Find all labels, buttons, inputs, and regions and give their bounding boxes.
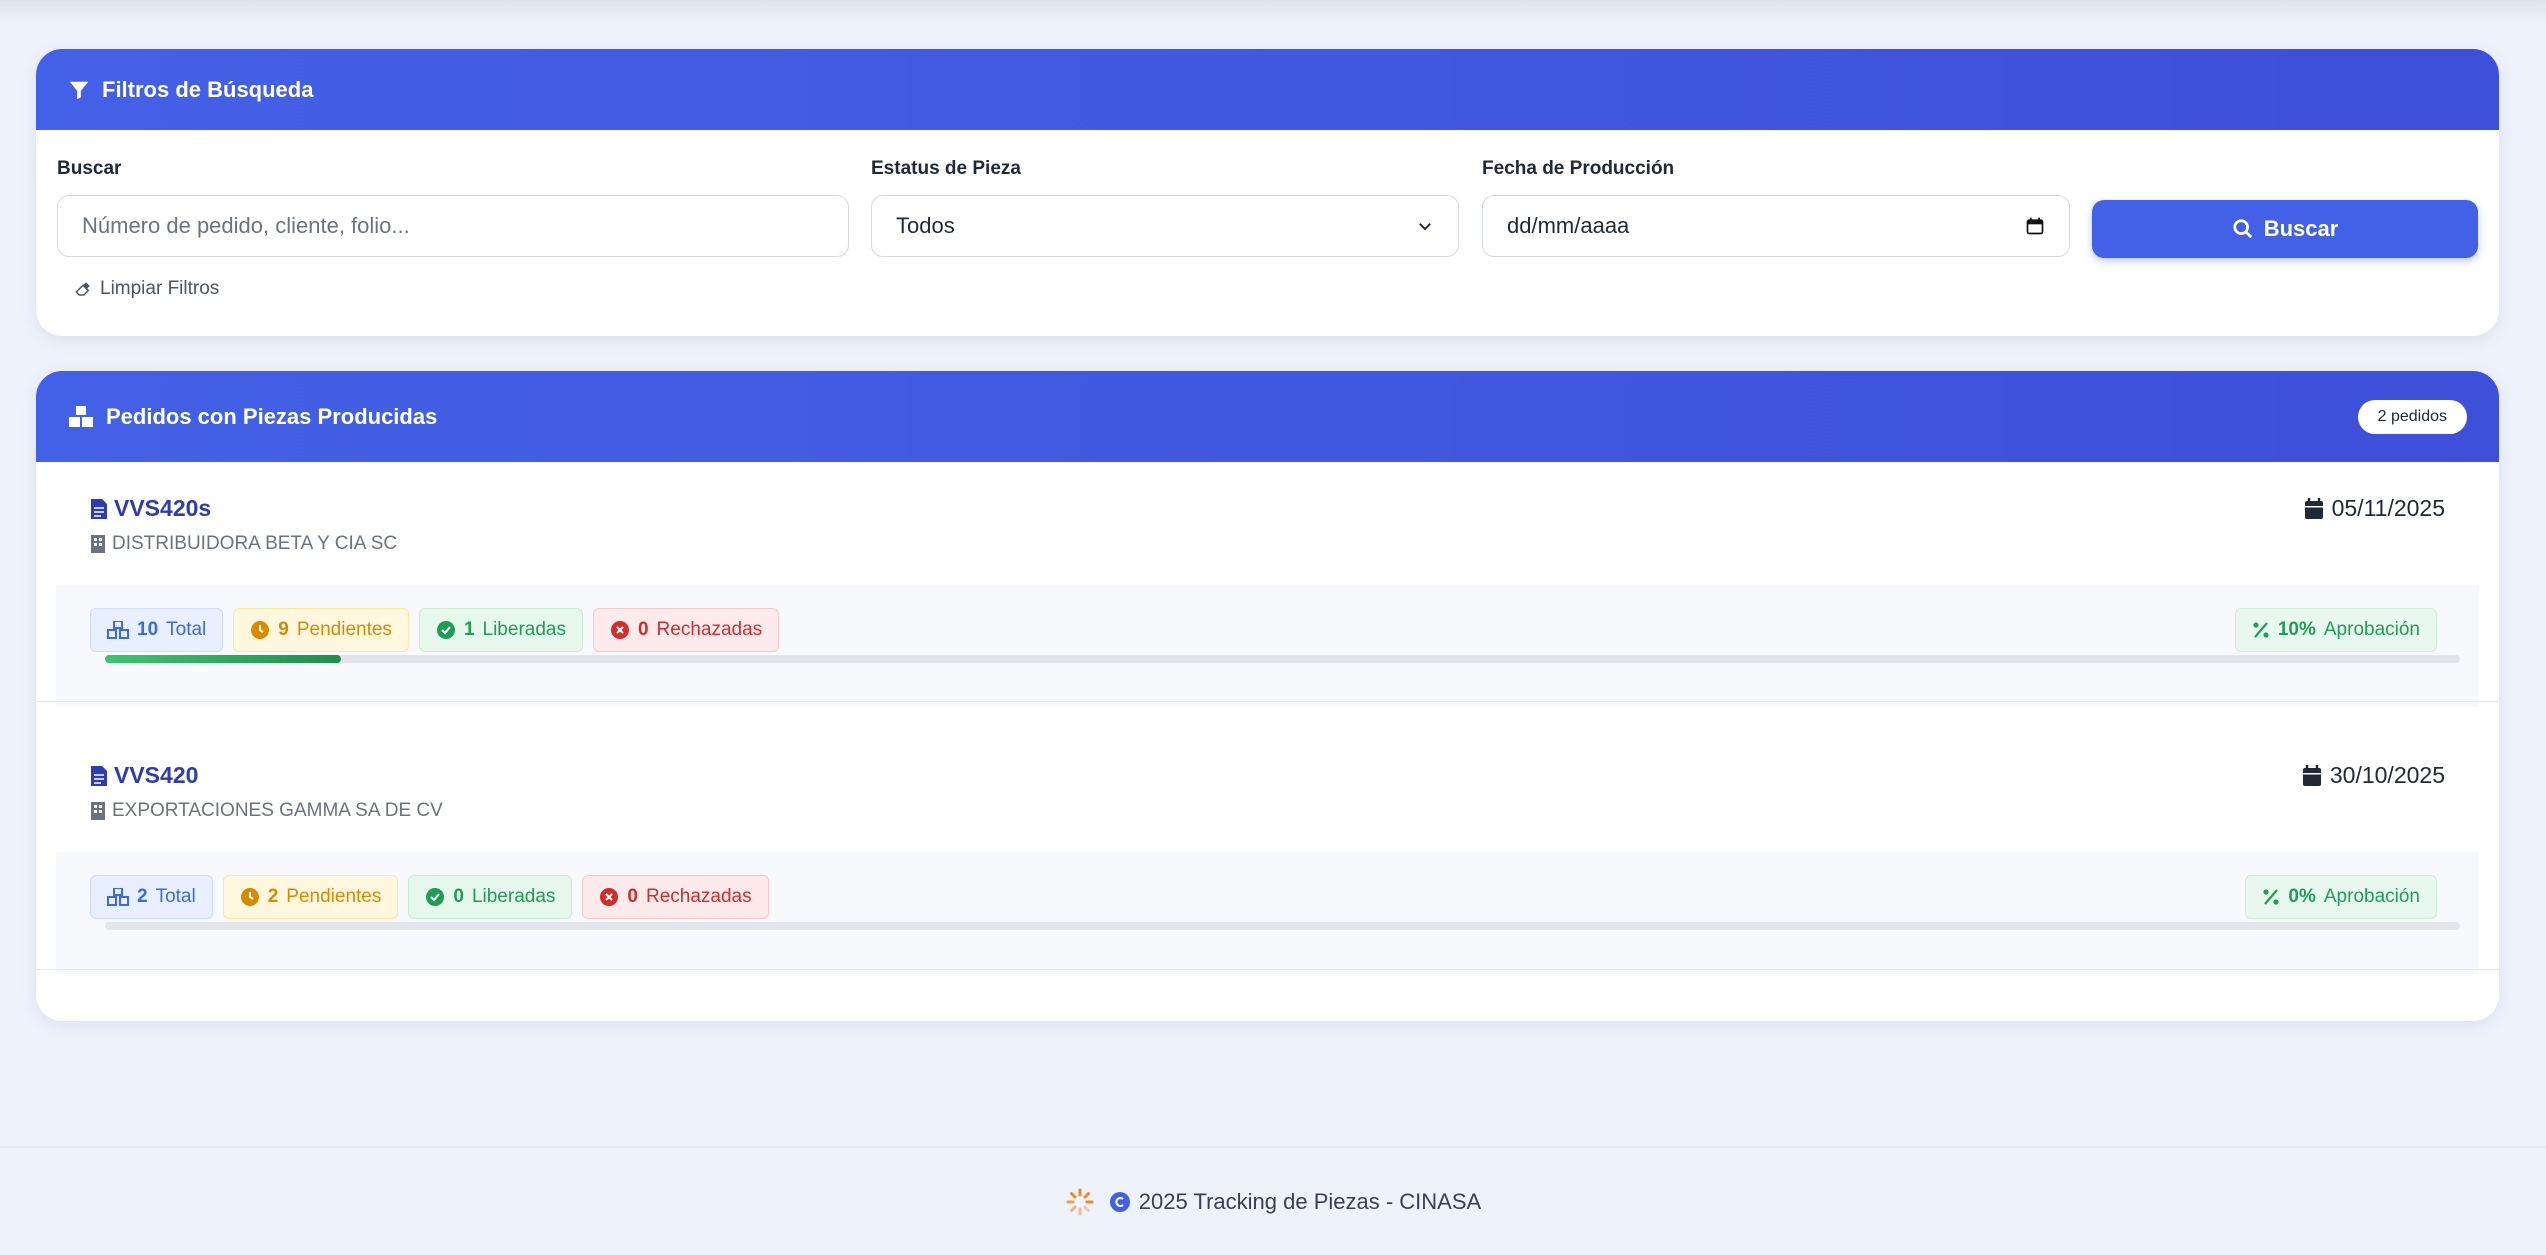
orders-card: Pedidos con Piezas Producidas 2 pedidos …: [36, 371, 2499, 1021]
order-id-link[interactable]: VVS420s: [90, 495, 211, 522]
approval-label: Aprobación: [2323, 886, 2420, 907]
approval-badge: 0% Aprobación: [2245, 875, 2437, 919]
rejected-badge: 0 Rechazadas: [582, 875, 769, 919]
clear-filters-button[interactable]: Limpiar Filtros: [74, 278, 219, 300]
released-badge: 0 Liberadas: [408, 875, 573, 919]
order-date: 30/10/2025: [2302, 762, 2445, 789]
order-client-name: EXPORTACIONES GAMMA SA DE CV: [112, 800, 443, 821]
total-badge: 2 Total: [90, 875, 213, 919]
total-badge: 10 Total: [90, 608, 224, 652]
released-count: 1: [463, 619, 475, 640]
search-input[interactable]: Número de pedido, cliente, folio...: [57, 195, 849, 257]
status-value: Todos: [896, 213, 955, 238]
percent-icon: [2253, 622, 2269, 638]
total-count: 10: [137, 619, 159, 640]
eraser-icon: [75, 282, 90, 296]
released-label: Liberadas: [471, 886, 556, 907]
search-button-label: Buscar: [2263, 216, 2339, 241]
cubes-icon: [107, 888, 129, 906]
x-circle-icon: [600, 888, 619, 906]
calendar-icon[interactable]: [2025, 216, 2045, 236]
date-placeholder: dd/mm/aaaa: [1507, 213, 1630, 238]
order-date: 05/11/2025: [2304, 495, 2445, 522]
pending-badge: 9 Pendientes: [233, 608, 409, 652]
rejected-label: Rechazadas: [656, 619, 763, 640]
top-navbar-shadow: [0, 0, 2546, 22]
order-divider: [36, 969, 2499, 970]
approval-value: 10%: [2277, 619, 2316, 640]
check-circle-icon: [426, 888, 445, 906]
released-count: 0: [453, 886, 464, 907]
cubes-icon: [107, 621, 129, 639]
order-id-link[interactable]: VVS420: [90, 762, 198, 789]
date-input[interactable]: dd/mm/aaaa: [1482, 195, 2070, 257]
order-item[interactable]: VVS420s DISTRIBUIDORA BETA Y CIA SC 05/1…: [36, 462, 2499, 707]
approval-badge: 10% Aprobación: [2234, 608, 2437, 652]
order-client: EXPORTACIONES GAMMA SA DE CV: [90, 800, 443, 822]
search-placeholder: Número de pedido, cliente, folio...: [82, 213, 410, 238]
order-divider: [36, 701, 2499, 702]
spinner-icon: [1066, 1188, 1094, 1215]
building-icon: [91, 802, 105, 820]
file-icon: [91, 498, 107, 519]
footer: 2025 Tracking de Piezas - CINASA: [0, 1146, 2546, 1255]
pending-label: Pendientes: [286, 886, 382, 907]
order-id: VVS420: [114, 762, 199, 788]
total-label: Total: [166, 619, 207, 640]
status-select[interactable]: Todos: [871, 195, 1459, 257]
order-client: DISTRIBUIDORA BETA Y CIA SC: [90, 533, 397, 555]
clear-filters-label: Limpiar Filtros: [100, 278, 220, 299]
filters-card: Filtros de Búsqueda: [36, 49, 2499, 336]
filter-icon: [69, 81, 89, 99]
boxes-icon: [69, 405, 93, 427]
x-circle-icon: [610, 621, 629, 639]
search-label: Buscar: [57, 158, 122, 179]
clock-icon: [240, 888, 259, 906]
check-circle-icon: [436, 621, 455, 639]
rejected-count: 0: [637, 619, 649, 640]
orders-title: Pedidos con Piezas Producidas: [106, 403, 438, 429]
pending-badge: 2 Pendientes: [222, 875, 399, 919]
rejected-count: 0: [627, 886, 638, 907]
order-item[interactable]: VVS420 EXPORTACIONES GAMMA SA DE CV 30/1…: [36, 729, 2499, 997]
progress-bar: [105, 655, 2460, 663]
status-label: Estatus de Pieza: [871, 158, 1021, 179]
progress-fill: [105, 655, 341, 663]
filters-header: Filtros de Búsqueda: [36, 49, 2499, 130]
footer-text: 2025 Tracking de Piezas - CINASA: [1138, 1188, 1482, 1214]
order-stats: 10 Total 9 Pendientes 1 Liberadas 0 Rech…: [56, 585, 2479, 707]
order-stats: 2 Total 2 Pendientes 0 Liberadas 0 Recha…: [56, 852, 2479, 974]
filters-title: Filtros de Búsqueda: [102, 76, 314, 102]
chevron-down-icon: [1419, 223, 1431, 231]
building-icon: [91, 535, 105, 553]
total-label: Total: [155, 886, 196, 907]
calendar-icon: [2302, 764, 2321, 786]
date-label: Fecha de Producción: [1482, 158, 1675, 179]
pending-count: 9: [278, 619, 289, 640]
file-icon: [91, 765, 107, 786]
pending-label: Pendientes: [296, 619, 392, 640]
search-icon: [2233, 219, 2252, 239]
order-date-value: 05/11/2025: [2331, 495, 2445, 521]
order-date-value: 30/10/2025: [2329, 762, 2445, 788]
rejected-label: Rechazadas: [645, 886, 752, 907]
clock-icon: [251, 621, 270, 639]
order-client-name: DISTRIBUIDORA BETA Y CIA SC: [112, 533, 398, 554]
search-button[interactable]: Buscar: [2092, 200, 2478, 258]
percent-icon: [2263, 889, 2280, 905]
order-id: VVS420s: [114, 495, 212, 521]
calendar-icon: [2304, 497, 2323, 519]
approval-value: 0%: [2288, 886, 2316, 907]
pending-count: 2: [267, 886, 279, 907]
orders-header: Pedidos con Piezas Producidas 2 pedidos: [36, 371, 2499, 462]
total-count: 2: [137, 886, 148, 907]
released-label: Liberadas: [482, 619, 566, 640]
copyright-icon: [1109, 1191, 1130, 1212]
rejected-badge: 0 Rechazadas: [592, 608, 780, 652]
progress-bar: [105, 922, 2460, 930]
orders-count-badge: 2 pedidos: [2357, 399, 2467, 434]
approval-label: Aprobación: [2323, 619, 2420, 640]
released-badge: 1 Liberadas: [418, 608, 583, 652]
